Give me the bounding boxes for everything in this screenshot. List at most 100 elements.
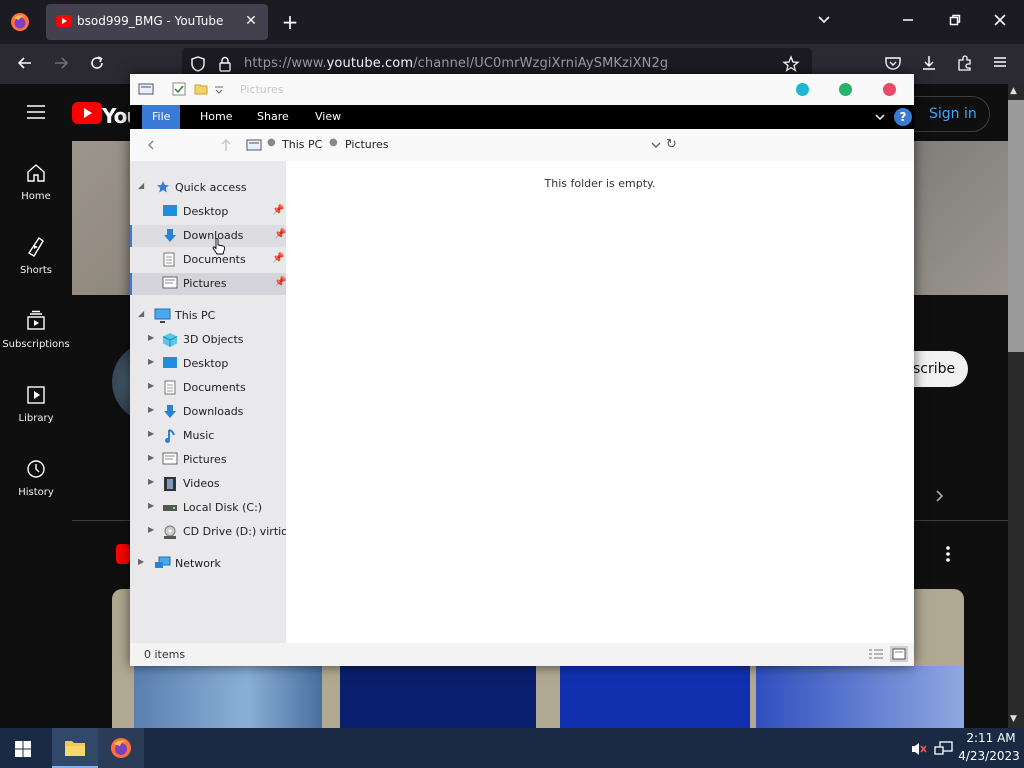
close-icon[interactable] [992,12,1008,28]
volume-muted-icon[interactable] [910,741,928,757]
tab-file[interactable]: File [142,105,181,129]
breadcrumb-pictures[interactable]: Pictures [345,138,389,151]
nav-item-pictures[interactable]: Pictures 📌 [130,273,286,295]
nav-item-videos[interactable]: ▶ Videos [130,473,286,495]
nav-this-pc[interactable]: ◢ This PC [130,305,286,327]
nav-item-3d-objects[interactable]: ▶ 3D Objects [130,329,286,351]
large-icons-view-button[interactable] [890,646,908,662]
windows-start-icon[interactable] [14,740,32,758]
nav-item-desktop[interactable]: Desktop 📌 [130,201,286,223]
chevron-down-icon[interactable] [816,12,832,28]
sidebar-item-library[interactable]: Library [0,384,72,424]
more-options-icon[interactable] [942,545,954,563]
tab-close-button[interactable]: ✕ [242,12,260,30]
hamburger-menu-icon[interactable] [992,54,1008,70]
clock-date[interactable]: 4/23/2023 [958,749,1020,763]
sidebar-item-home[interactable]: Home [0,162,72,202]
video-thumbnail[interactable] [134,666,322,728]
close-button[interactable] [883,83,896,96]
video-thumbnail[interactable] [560,666,750,728]
chevron-right-icon[interactable] [932,488,948,504]
sidebar-item-shorts[interactable]: Shorts [0,236,72,276]
nav-item-pictures[interactable]: ▶ Pictures [130,449,286,471]
youtube-logo-icon[interactable] [72,102,102,124]
tab-share[interactable]: Share [247,105,299,129]
explorer-title-bar[interactable]: Pictures [130,74,914,105]
collapsed-arrow-icon[interactable]: ▶ [148,453,154,462]
video-thumbnail[interactable] [340,666,536,728]
nav-item-downloads[interactable]: ▶ Downloads [130,401,286,423]
details-view-icon[interactable] [868,648,884,660]
collapsed-arrow-icon[interactable]: ▶ [148,501,154,510]
lock-icon[interactable] [218,56,232,72]
new-tab-button[interactable]: + [280,12,300,32]
clock-time[interactable]: 2:11 AM [962,731,1020,745]
firefox-icon[interactable] [10,12,30,32]
taskbar-file-explorer[interactable] [52,728,98,768]
collapsed-arrow-icon[interactable]: ▶ [148,405,154,414]
collapsed-arrow-icon[interactable]: ▶ [148,381,154,390]
scroll-up-icon[interactable]: ▲ [1010,86,1017,96]
collapsed-arrow-icon[interactable]: ▶ [148,429,154,438]
nav-quick-access[interactable]: ◢ Quick access [130,177,286,199]
breadcrumb-separator[interactable]: ● [267,137,276,148]
minimize-icon[interactable] [900,12,916,28]
collapsed-arrow-icon[interactable]: ▶ [148,477,154,486]
breadcrumb-this-pc[interactable]: This PC [282,138,322,151]
collapsed-arrow-icon[interactable]: ▶ [148,525,154,534]
properties-icon[interactable] [172,82,186,96]
collapsed-arrow-icon[interactable]: ▶ [138,557,144,566]
network-icon[interactable] [934,741,954,757]
collapsed-arrow-icon[interactable]: ▶ [148,333,154,342]
nav-item-cd-drive[interactable]: ▶ CD Drive (D:) virtio- [130,521,286,543]
expanded-arrow-icon[interactable]: ◢ [138,309,144,318]
nav-network[interactable]: ▶ Network [130,553,286,575]
nav-item-local-disk[interactable]: ▶ Local Disk (C:) [130,497,286,519]
chevron-down-icon[interactable] [650,139,662,151]
sidebar-item-history[interactable]: History [0,458,72,498]
scroll-down-icon[interactable]: ▼ [1010,714,1017,724]
tab-home[interactable]: Home [190,105,242,129]
nav-item-desktop[interactable]: ▶ Desktop [130,353,286,375]
pin-icon[interactable]: 📌 [272,205,284,216]
browser-tab[interactable]: bsod999_BMG - YouTube ✕ [46,4,268,40]
file-list-area[interactable]: This folder is empty. [286,161,914,643]
forward-arrow-icon[interactable] [52,54,70,72]
shield-icon[interactable] [190,56,206,72]
breadcrumb-separator[interactable]: ● [329,137,338,148]
back-icon[interactable] [146,139,156,151]
pocket-icon[interactable] [884,54,902,72]
taskbar-firefox[interactable] [98,728,144,768]
pin-icon[interactable]: 📌 [274,229,286,240]
up-arrow-icon[interactable] [220,138,232,152]
extensions-icon[interactable] [956,54,974,72]
refresh-icon[interactable]: ↻ [666,137,677,152]
download-icon[interactable] [920,54,938,72]
youtube-menu-icon[interactable] [26,104,46,120]
customize-toolbar-icon[interactable] [214,86,224,94]
tab-view[interactable]: View [305,105,351,129]
help-icon[interactable]: ? [894,108,912,126]
cd-drive-icon [164,525,176,539]
navigation-pane[interactable]: ◢ Quick access Desktop 📌 Downloads 📌 Doc… [130,161,286,643]
collapsed-arrow-icon[interactable]: ▶ [148,357,154,366]
scrollbar-thumb[interactable] [1008,100,1024,352]
video-thumbnail[interactable] [756,666,964,728]
maximize-button[interactable] [839,83,852,96]
minimize-button[interactable] [796,83,809,96]
new-folder-icon[interactable] [194,82,208,96]
reload-icon[interactable] [88,54,106,72]
expand-ribbon-icon[interactable] [874,111,886,123]
sidebar-item-subscriptions[interactable]: Subscriptions [0,310,72,350]
nav-item-music[interactable]: ▶ Music [130,425,286,447]
pin-icon[interactable]: 📌 [274,277,286,288]
nav-item-documents[interactable]: ▶ Documents [130,377,286,399]
pin-icon[interactable]: 📌 [272,253,284,264]
restore-icon[interactable] [947,12,963,28]
bookmark-star-icon[interactable] [782,55,800,73]
expanded-arrow-icon[interactable]: ◢ [138,181,144,190]
back-arrow-icon[interactable] [16,54,34,72]
url-text[interactable]: https://www.youtube.com/channel/UC0mrWzg… [244,56,668,71]
nav-item-downloads[interactable]: Downloads 📌 [130,225,286,247]
nav-item-documents[interactable]: Documents 📌 [130,249,286,271]
